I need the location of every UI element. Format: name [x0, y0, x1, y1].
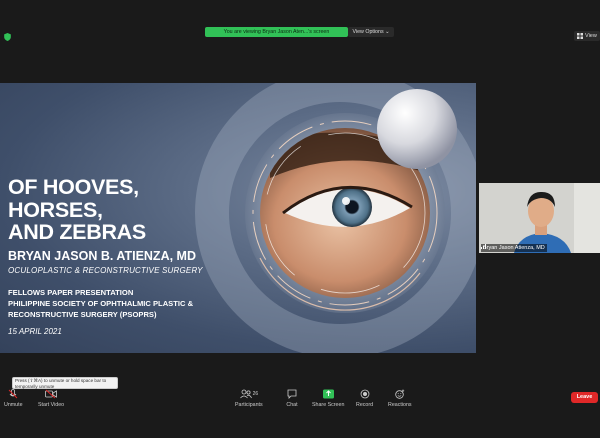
slide-presentation-line-3: RECONSTRUCTIVE SURGERY (PSOPRS)	[8, 309, 157, 319]
security-shield-icon[interactable]	[4, 33, 11, 41]
participants-label: Participants	[235, 402, 263, 408]
participants-icon	[239, 389, 252, 399]
record-icon	[360, 389, 369, 399]
start-video-button[interactable]: Start Video	[38, 386, 64, 410]
share-screen-label: Share Screen	[312, 402, 345, 408]
signal-bars-icon	[481, 244, 486, 249]
chat-button[interactable]: Chat	[286, 386, 298, 410]
chat-bubble-icon	[287, 389, 297, 399]
unmute-button[interactable]: Unmute	[4, 386, 23, 410]
screen-share-banner: You are viewing Bryan Jason Aten...'s sc…	[205, 27, 348, 37]
slide-author: BRYAN JASON B. ATIENZA, MD	[8, 249, 196, 263]
leave-meeting-button[interactable]: Leave	[571, 392, 598, 403]
reactions-label: Reactions	[388, 402, 412, 408]
participant-name: Bryan Jason Atienza, MD	[483, 245, 545, 251]
slide-title-line-2: HORSES,	[8, 197, 103, 222]
participant-video-tile[interactable]: Bryan Jason Atienza, MD	[479, 183, 600, 253]
meeting-toolbar: Unmute Start Video 26 Participants Chat …	[0, 386, 600, 410]
record-label: Record	[356, 402, 374, 408]
start-video-label: Start Video	[38, 402, 65, 408]
view-options-button[interactable]: View Options ⌄	[348, 27, 394, 37]
participant-name-tag: Bryan Jason Atienza, MD	[481, 244, 547, 252]
chat-label: Chat	[286, 402, 298, 408]
grid-icon	[577, 33, 583, 39]
video-camera-off-icon	[45, 389, 57, 399]
slide-title-line-3: AND ZEBRAS	[8, 220, 146, 244]
shared-screen-slide: OF HOOVES, HORSES, AND ZEBRAS BRYAN JASO…	[0, 83, 476, 353]
share-screen-button[interactable]: Share Screen	[312, 386, 344, 410]
slide-presentation-line-2: PHILIPPINE SOCIETY OF OPHTHALMIC PLASTIC…	[8, 298, 194, 308]
unmute-label: Unmute	[4, 402, 23, 408]
record-button[interactable]: Record	[356, 386, 373, 410]
microphone-muted-icon	[8, 389, 18, 399]
slide-presentation-info: FELLOWS PAPER PRESENTATION PHILIPPINE SO…	[8, 288, 193, 320]
participants-count: 26	[252, 391, 259, 397]
smiley-plus-icon	[395, 389, 404, 399]
slide-title-line-1: OF HOOVES,	[8, 175, 139, 199]
view-button-label: View	[585, 33, 597, 39]
slide-presentation-line-1: FELLOWS PAPER PRESENTATION	[8, 288, 134, 297]
view-layout-button[interactable]: View	[574, 31, 600, 41]
participant-video-image	[479, 183, 600, 253]
reactions-button[interactable]: Reactions	[388, 386, 412, 410]
slide-date: 15 APRIL 2021	[8, 327, 62, 336]
slide-title: OF HOOVES, HORSES, AND ZEBRAS	[8, 176, 146, 244]
share-screen-icon	[322, 389, 334, 399]
participants-button[interactable]: 26 Participants	[235, 386, 263, 410]
slide-subtitle: OCULOPLASTIC & RECONSTRUCTIVE SURGERY	[8, 266, 203, 275]
